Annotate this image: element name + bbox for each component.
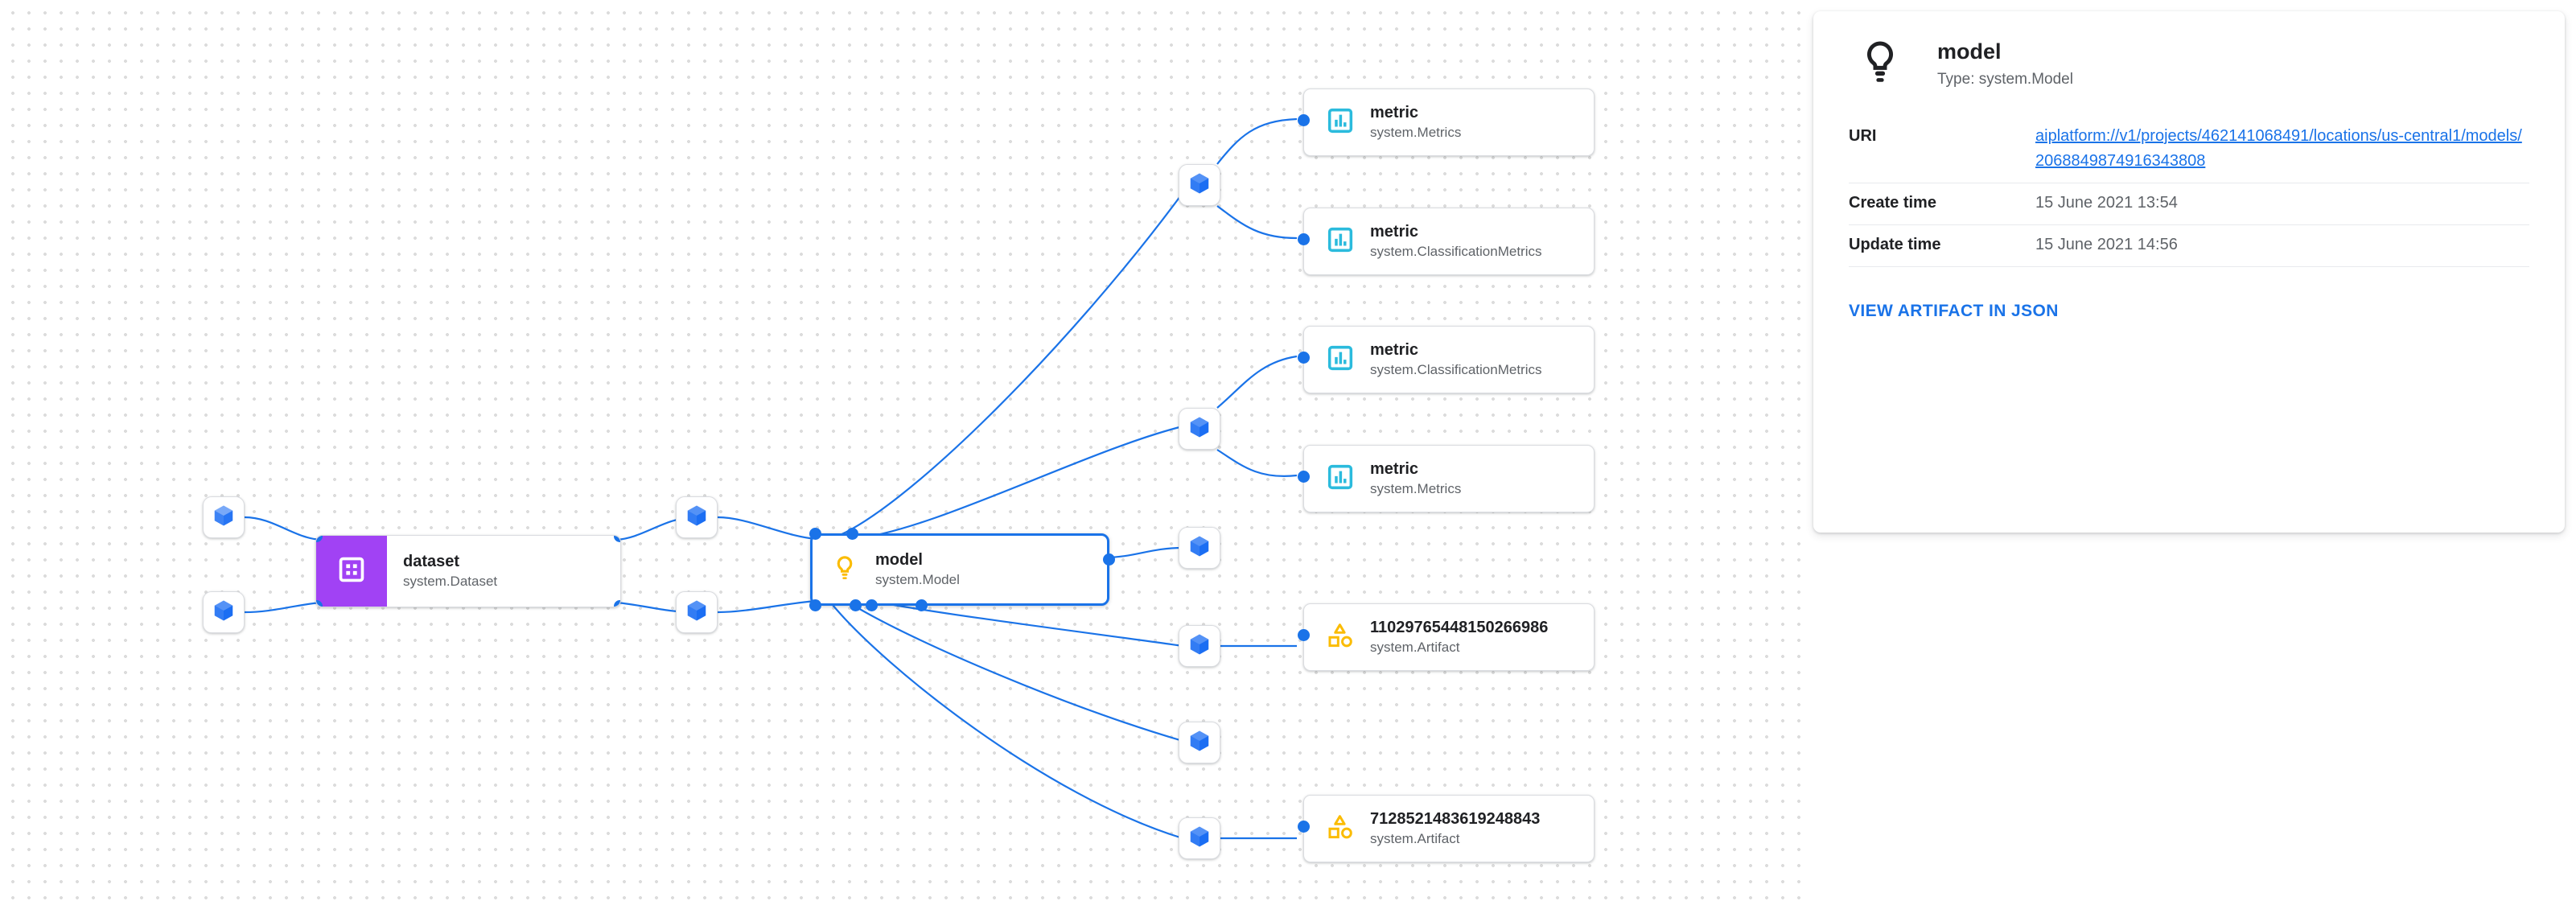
panel-header-text: model Type: system.Model	[1937, 38, 2073, 91]
execution-node[interactable]	[1179, 164, 1220, 206]
node-port	[809, 599, 821, 611]
cube-icon	[1187, 415, 1212, 443]
detail-key: Update time	[1849, 224, 2035, 267]
execution-node[interactable]	[203, 496, 245, 538]
node-port	[1298, 114, 1310, 126]
model-icon-box	[824, 553, 866, 586]
execution-node[interactable]	[1179, 817, 1220, 859]
node-title: dataset	[403, 553, 460, 570]
detail-value: aiplatform://v1/projects/462141068491/lo…	[2035, 117, 2529, 183]
detail-key: Create time	[1849, 183, 2035, 225]
artifact-icon-box	[1319, 622, 1362, 653]
vertex-lineage-screen: dataset system.Dataset model system.Mode…	[0, 0, 2576, 901]
execution-node[interactable]	[1179, 625, 1220, 667]
node-title: metric	[1370, 460, 1419, 478]
detail-value: 15 June 2021 14:56	[2035, 224, 2529, 267]
node-port	[614, 536, 620, 542]
cube-icon	[212, 504, 236, 532]
node-subtitle: system.Dataset	[403, 574, 498, 589]
lightbulb-icon	[1855, 37, 1905, 91]
bar-chart-icon	[1327, 107, 1354, 138]
node-port	[846, 528, 858, 540]
node-subtitle: system.Model	[875, 572, 960, 587]
node-subtitle: system.ClassificationMetrics	[1370, 244, 1542, 259]
artifact-node[interactable]: 11029765448150266986 system.Artifact	[1298, 603, 1595, 671]
cube-icon	[1187, 632, 1212, 660]
cube-icon	[1187, 534, 1212, 562]
artifact-details-panel: model Type: system.Model URI aiplatform:…	[1813, 11, 2565, 533]
artifact-node[interactable]: 7128521483619248843 system.Artifact	[1298, 795, 1595, 862]
node-subtitle: system.ClassificationMetrics	[1370, 362, 1542, 377]
panel-type-label: Type: system.Model	[1937, 70, 2073, 88]
shapes-icon	[1327, 813, 1354, 845]
detail-value: 15 June 2021 13:54	[2035, 183, 2529, 225]
cube-icon	[212, 599, 236, 627]
node-subtitle: system.Artifact	[1370, 640, 1460, 655]
metric-node[interactable]: metric system.ClassificationMetrics	[1298, 208, 1595, 275]
cube-icon	[685, 504, 709, 532]
bar-chart-icon	[1327, 226, 1354, 257]
node-port	[1298, 352, 1310, 364]
table-row: Update time 15 June 2021 14:56	[1849, 224, 2529, 267]
bar-chart-icon	[1327, 463, 1354, 495]
node-title: 7128521483619248843	[1370, 810, 1541, 828]
node-subtitle: system.Metrics	[1370, 481, 1462, 496]
table-grid-icon	[338, 556, 365, 587]
node-title: metric	[1370, 104, 1419, 121]
detail-key: URI	[1849, 117, 2035, 183]
uri-link[interactable]: aiplatform://v1/projects/462141068491/lo…	[2035, 127, 2522, 170]
node-title: metric	[1370, 223, 1419, 241]
table-row: URI aiplatform://v1/projects/46214106849…	[1849, 117, 2529, 183]
cube-icon	[1187, 171, 1212, 200]
panel-title: model	[1937, 39, 2002, 64]
panel-icon-box	[1849, 37, 1911, 91]
node-title: 11029765448150266986	[1370, 619, 1549, 636]
cube-icon	[685, 599, 709, 627]
node-port	[916, 599, 928, 611]
execution-node[interactable]	[1179, 722, 1220, 763]
node-port	[614, 600, 620, 607]
artifact-icon-box	[1319, 813, 1362, 845]
metric-node[interactable]: metric system.Metrics	[1298, 445, 1595, 512]
table-row: Create time 15 June 2021 13:54	[1849, 183, 2529, 225]
node-port	[1298, 821, 1310, 833]
details-table: URI aiplatform://v1/projects/46214106849…	[1849, 117, 2529, 267]
execution-node[interactable]	[203, 591, 245, 633]
view-artifact-json-button[interactable]: VIEW ARTIFACT IN JSON	[1849, 302, 2059, 321]
node-port	[1298, 233, 1310, 245]
node-title: model	[875, 551, 923, 569]
metric-icon-box	[1319, 463, 1362, 495]
bar-chart-icon	[1327, 344, 1354, 376]
dataset-icon-block	[316, 536, 387, 607]
execution-node[interactable]	[676, 591, 718, 633]
execution-node[interactable]	[1179, 408, 1220, 450]
node-subtitle: system.Artifact	[1370, 831, 1460, 846]
cube-icon	[1187, 825, 1212, 853]
shapes-icon	[1327, 622, 1354, 653]
metric-icon-box	[1319, 344, 1362, 376]
node-port	[1103, 553, 1115, 566]
node-subtitle: system.Metrics	[1370, 125, 1462, 140]
lightbulb-icon	[830, 553, 859, 586]
lineage-graph-canvas[interactable]: dataset system.Dataset model system.Mode…	[0, 0, 1812, 901]
metric-icon-box	[1319, 107, 1362, 138]
node-port	[850, 599, 862, 611]
node-port	[1298, 471, 1310, 483]
model-node[interactable]: model system.Model	[809, 528, 1115, 611]
metric-node[interactable]: metric system.ClassificationMetrics	[1298, 326, 1595, 393]
panel-header: model Type: system.Model	[1849, 11, 2529, 91]
node-port	[1298, 629, 1310, 641]
cube-icon	[1187, 729, 1212, 757]
execution-node[interactable]	[676, 496, 718, 538]
dataset-node[interactable]: dataset system.Dataset	[315, 535, 621, 607]
metric-node[interactable]: metric system.Metrics	[1298, 88, 1595, 156]
node-port	[809, 528, 821, 540]
node-title: metric	[1370, 341, 1419, 359]
metric-icon-box	[1319, 226, 1362, 257]
node-port	[866, 599, 878, 611]
execution-node[interactable]	[1179, 527, 1220, 569]
